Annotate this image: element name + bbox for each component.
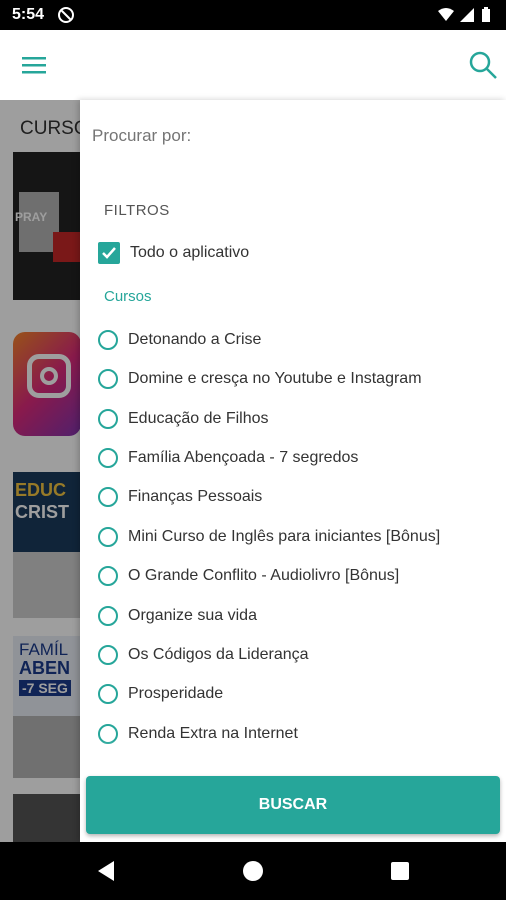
signal-icon xyxy=(460,8,474,22)
search-icon[interactable] xyxy=(468,50,498,80)
course-option[interactable]: Educação de Filhos xyxy=(98,404,269,434)
radio-unchecked-icon[interactable] xyxy=(98,330,118,350)
course-option[interactable]: Família Abençoada - 7 segredos xyxy=(98,443,358,473)
course-option-label: O Grande Conflito - Audiolivro [Bônus] xyxy=(128,567,400,584)
course-option[interactable]: Domine e cresça no Youtube e Instagram xyxy=(98,364,422,394)
app-bar xyxy=(0,30,506,101)
radio-unchecked-icon[interactable] xyxy=(98,487,118,507)
navigation-bar xyxy=(0,842,506,900)
radio-unchecked-icon[interactable] xyxy=(98,684,118,704)
course-option[interactable]: O Grande Conflito - Audiolivro [Bônus] xyxy=(98,561,399,591)
course-option[interactable]: Finanças Pessoais xyxy=(98,482,262,512)
radio-unchecked-icon[interactable] xyxy=(98,566,118,586)
drawer-scrim[interactable] xyxy=(0,100,80,842)
menu-icon[interactable] xyxy=(22,53,48,77)
course-option[interactable]: Os Códigos da Liderança xyxy=(98,640,309,670)
filter-all-app-label: Todo o aplicativo xyxy=(130,244,250,261)
course-option[interactable]: Prosperidade xyxy=(98,679,223,709)
course-option-label: Mini Curso de Inglês para iniciantes [Bô… xyxy=(128,528,441,545)
search-field[interactable]: Procurar por: xyxy=(92,126,191,146)
radio-unchecked-icon[interactable] xyxy=(98,409,118,429)
course-option-label: Domine e cresça no Youtube e Instagram xyxy=(128,370,422,387)
list-fade xyxy=(80,740,506,780)
course-option-label: Família Abençoada - 7 segredos xyxy=(128,449,359,466)
radio-unchecked-icon[interactable] xyxy=(98,645,118,665)
filter-all-app[interactable]: Todo o aplicativo xyxy=(98,238,249,268)
course-option-label: Detonando a Crise xyxy=(128,331,262,348)
home-icon[interactable] xyxy=(240,858,266,884)
course-option[interactable]: Detonando a Crise xyxy=(98,325,261,355)
course-option[interactable]: Organize sua vida xyxy=(98,601,257,631)
do-not-disturb-icon xyxy=(58,7,74,23)
courses-heading: Cursos xyxy=(104,288,152,305)
course-option-label: Os Códigos da Liderança xyxy=(128,646,309,663)
radio-unchecked-icon[interactable] xyxy=(98,369,118,389)
wifi-icon xyxy=(438,8,454,21)
radio-unchecked-icon[interactable] xyxy=(98,527,118,547)
course-option-label: Educação de Filhos xyxy=(128,410,269,427)
radio-unchecked-icon[interactable] xyxy=(98,606,118,626)
battery-icon xyxy=(482,9,490,22)
filter-drawer: Procurar por: FILTROS Todo o aplicativo … xyxy=(80,100,506,842)
status-bar: 5:54 xyxy=(0,0,506,30)
back-icon[interactable] xyxy=(94,858,120,884)
search-submit-button[interactable]: BUSCAR xyxy=(86,776,500,834)
status-icons xyxy=(438,7,490,22)
recents-icon[interactable] xyxy=(387,858,413,884)
course-option-label: Finanças Pessoais xyxy=(128,488,263,505)
status-time: 5:54 xyxy=(12,6,45,23)
course-option-label: Organize sua vida xyxy=(128,607,257,624)
radio-unchecked-icon[interactable] xyxy=(98,448,118,468)
filters-heading: FILTROS xyxy=(104,202,170,219)
course-option[interactable]: Mini Curso de Inglês para iniciantes [Bô… xyxy=(98,522,440,552)
course-option-label: Prosperidade xyxy=(128,685,224,702)
checkbox-checked-icon[interactable] xyxy=(98,242,120,264)
